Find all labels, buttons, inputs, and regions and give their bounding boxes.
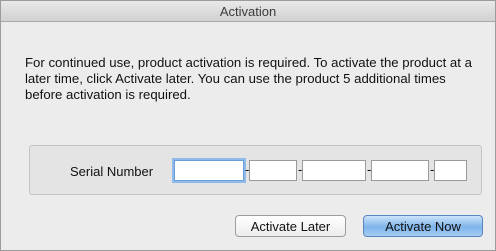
activate-now-button[interactable]: Activate Now bbox=[363, 215, 483, 237]
serial-field-1[interactable] bbox=[174, 160, 244, 181]
activation-message: For continued use, product activation is… bbox=[25, 55, 472, 102]
serial-field-4[interactable] bbox=[371, 160, 429, 181]
serial-number-label: Serial Number bbox=[70, 164, 154, 179]
serial-field-2[interactable] bbox=[249, 160, 297, 181]
serial-field-5[interactable] bbox=[434, 160, 467, 181]
window-title: Activation bbox=[219, 3, 277, 19]
activate-later-button[interactable]: Activate Later bbox=[235, 215, 346, 237]
activation-dialog: Activation For continued use, product ac… bbox=[0, 0, 496, 251]
serial-field-3[interactable] bbox=[302, 160, 366, 181]
title-bar[interactable]: Activation bbox=[1, 1, 495, 22]
